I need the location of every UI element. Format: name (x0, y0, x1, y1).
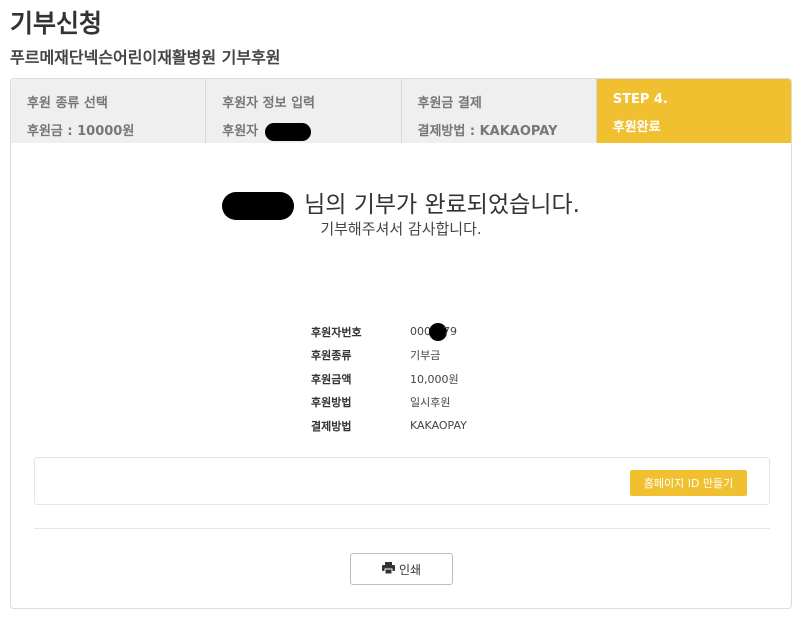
method-value: 일시후원 (410, 396, 451, 410)
action-box: 홈페이지 ID 만들기 (34, 457, 770, 505)
thanks-message: 기부해주셔서 감사합니다. (320, 220, 482, 238)
completion-panel: 님의 기부가 완료되었습니다. 기부해주셔서 감사합니다. 후원자번호 000 7… (10, 143, 792, 609)
method-label: 후원방법 (311, 396, 352, 410)
donation-info: 후원자번호 000 79 후원종류 기부금 후원금액 10,000원 후원방법 일… (311, 320, 467, 438)
type-value: 기부금 (410, 349, 441, 363)
step-2-title: 후원자 정보 입력 (222, 96, 316, 111)
step-indicator: 후원 종류 선택 후원금 : 10000원 후원자 정보 입력 후원자 후원금 … (10, 78, 792, 143)
step-1-value: 후원금 : 10000원 (27, 124, 135, 139)
info-row-type: 후원종류 기부금 (311, 344, 467, 368)
step-4-value: 후원완료 (612, 120, 661, 135)
page-subtitle: 푸르메재단넥슨어린이재활병원 기부후원 (10, 48, 281, 67)
step-4-title: STEP 4. (612, 92, 668, 107)
page-title: 기부신청 (10, 9, 103, 38)
donor-no-prefix: 000 (410, 324, 431, 338)
step-3-title: 후원금 결제 (417, 96, 482, 111)
payment-label: 결제방법 (311, 419, 352, 433)
step-4: STEP 4. 후원완료 (596, 79, 791, 143)
create-homepage-id-button[interactable]: 홈페이지 ID 만들기 (630, 470, 747, 496)
amount-value: 10,000원 (410, 372, 459, 386)
step-3-value: 결제방법 : KAKAOPAY (417, 124, 558, 139)
donor-no-suffix: 79 (443, 324, 457, 338)
print-button[interactable]: 인쇄 (350, 553, 453, 585)
amount-label: 후원금액 (311, 372, 352, 386)
info-row-amount: 후원금액 10,000원 (311, 367, 467, 391)
print-label: 인쇄 (398, 562, 422, 577)
info-row-method: 후원방법 일시후원 (311, 391, 467, 415)
step-3: 후원금 결제 결제방법 : KAKAOPAY (401, 79, 597, 143)
step-1-title: 후원 종류 선택 (27, 96, 108, 111)
headline-text: 님의 기부가 완료되었습니다. (304, 192, 580, 218)
printer-icon (381, 561, 395, 577)
redacted-name (264, 122, 311, 141)
divider (34, 528, 770, 529)
donor-no-value: 000 79 (410, 322, 457, 341)
step-2-value-label: 후원자 (222, 124, 259, 139)
donor-no-label: 후원자번호 (311, 325, 362, 339)
payment-value: KAKAOPAY (410, 419, 467, 433)
redacted-name (222, 191, 295, 220)
completion-headline: 님의 기부가 완료되었습니다. (11, 185, 791, 220)
step-2: 후원자 정보 입력 후원자 (206, 79, 402, 143)
step-1: 후원 종류 선택 후원금 : 10000원 (11, 79, 207, 143)
step-2-value: 후원자 (222, 120, 400, 141)
info-row-payment: 결제방법 KAKAOPAY (311, 414, 467, 438)
info-row-donor-no: 후원자번호 000 79 (311, 320, 467, 344)
type-label: 후원종류 (311, 349, 352, 363)
